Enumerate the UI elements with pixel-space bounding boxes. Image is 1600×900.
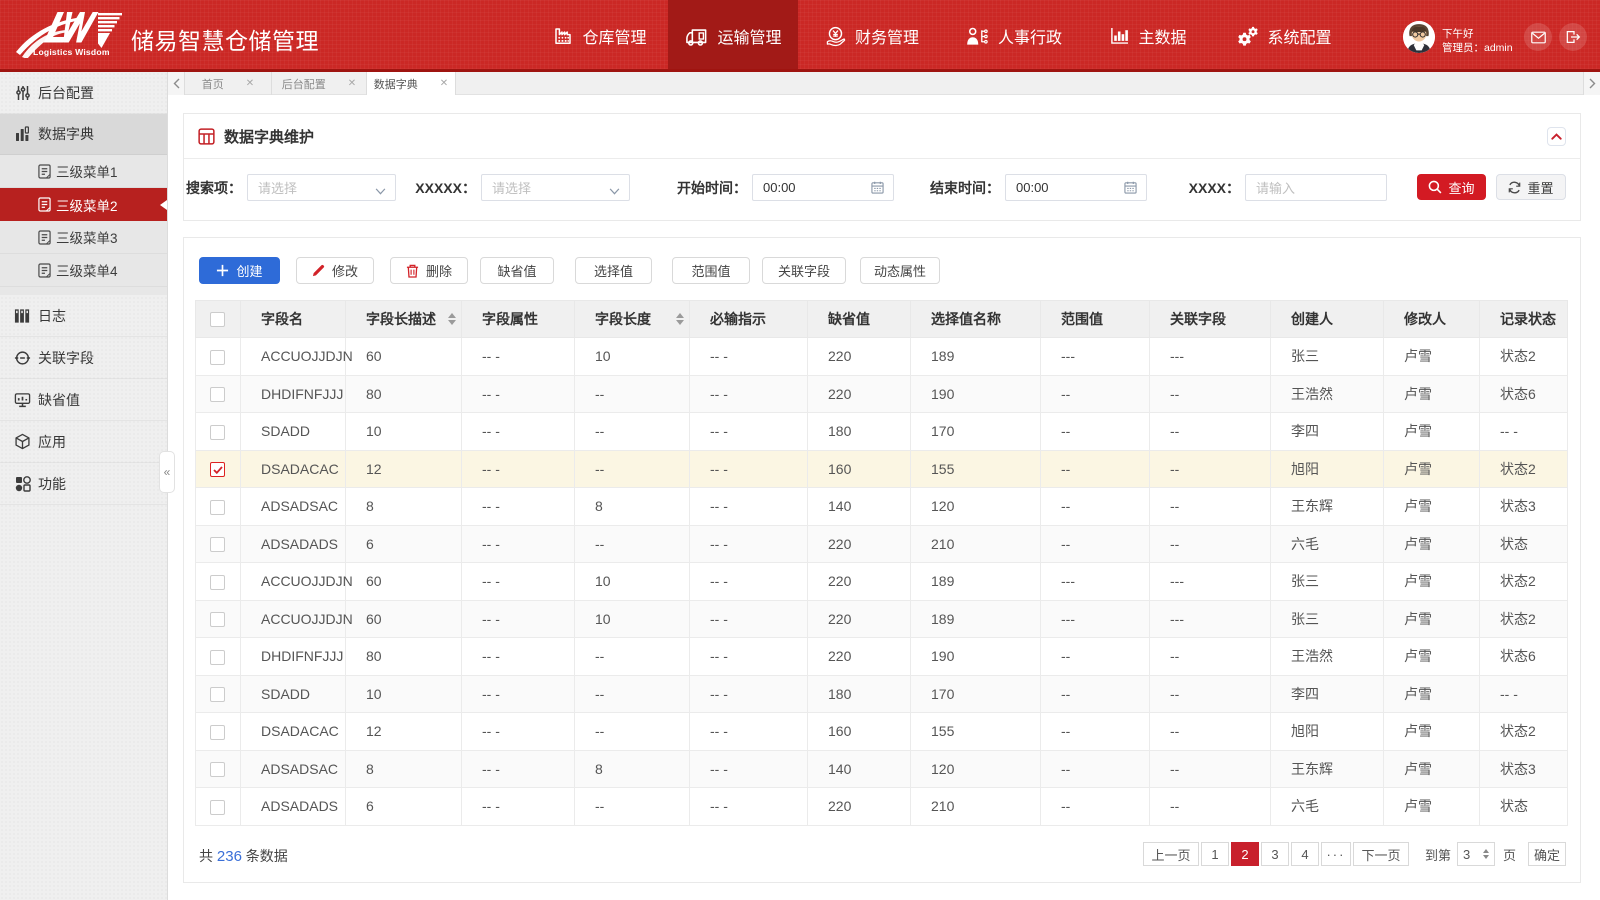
- svg-text:Logistics Wisdom: Logistics Wisdom: [33, 47, 110, 57]
